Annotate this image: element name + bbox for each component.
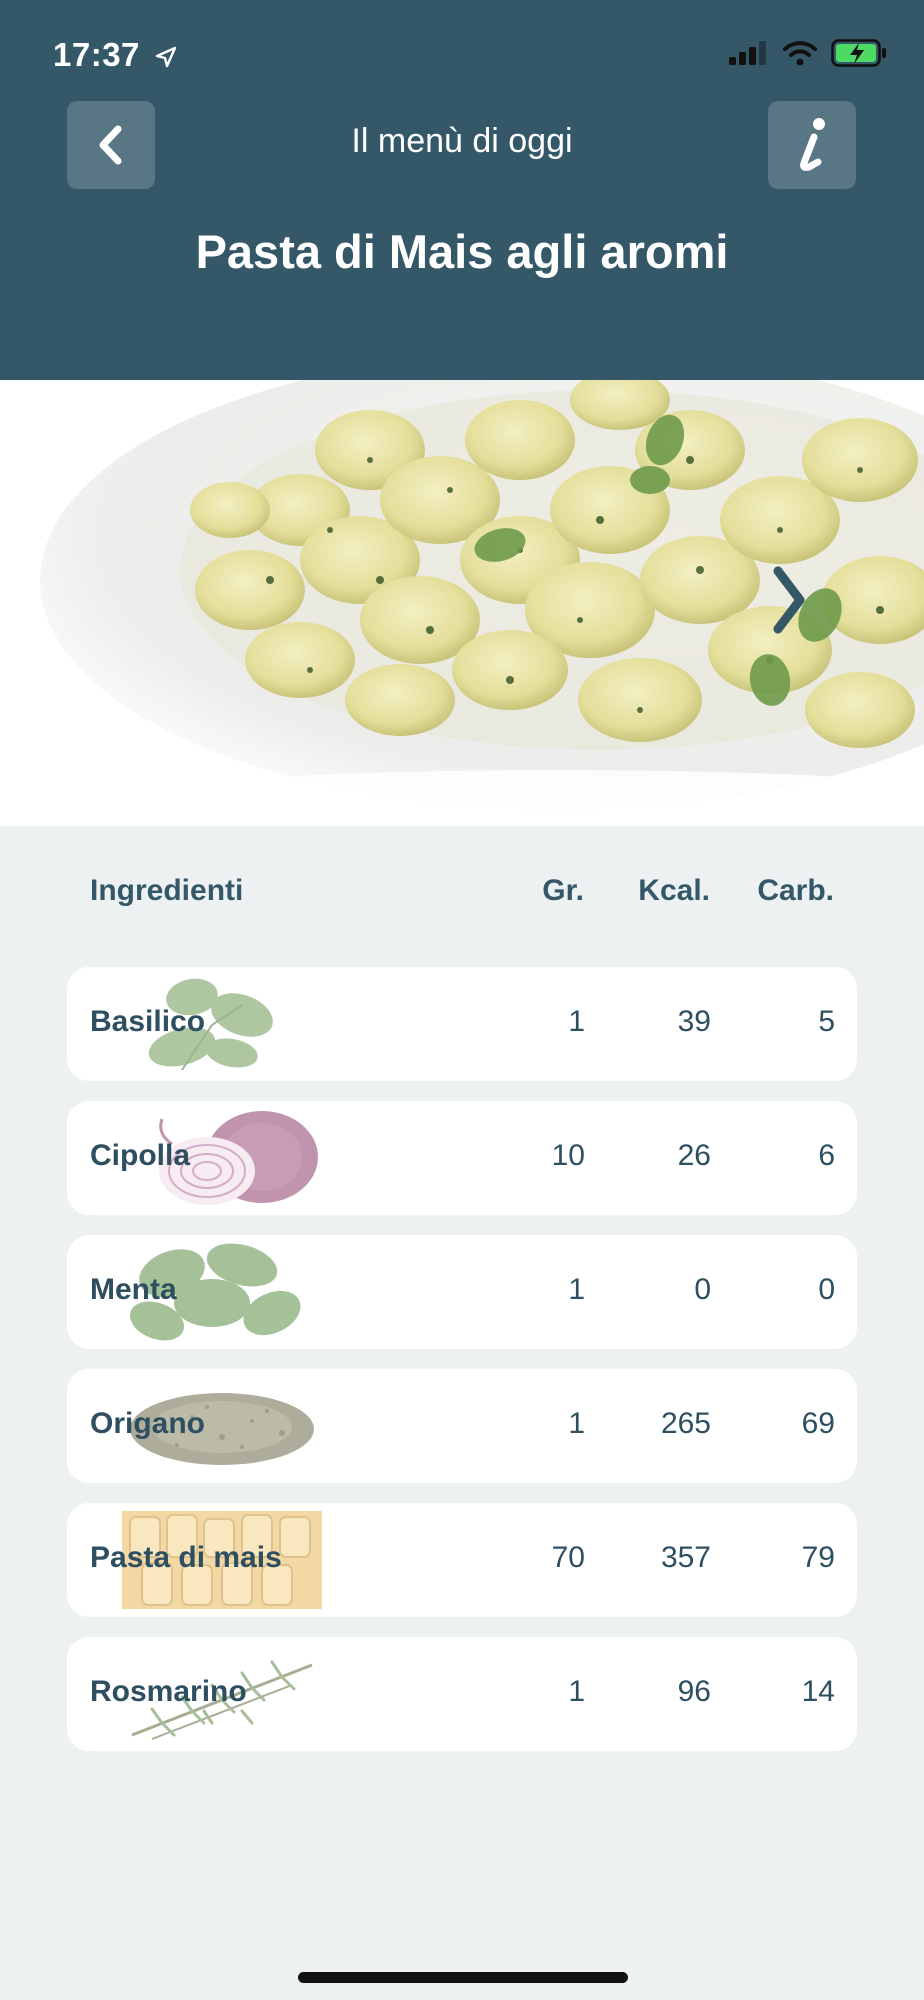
app-header: 17:37 Il menù di oggi Pasta di Mais agli… (0, 0, 924, 380)
header-kcal: Kcal. (638, 874, 710, 907)
ingredient-kcal: 26 (677, 1139, 711, 1172)
ingredient-kcal: 357 (660, 1541, 711, 1574)
ingredient-kcal: 265 (660, 1407, 711, 1440)
ingredient-grams: 70 (551, 1541, 585, 1574)
ingredient-row-pasta-di-mais[interactable]: Pasta di mais 70 357 79 (67, 1503, 857, 1617)
ingredient-kcal: 0 (694, 1273, 711, 1306)
ingredient-grams: 1 (568, 1005, 585, 1038)
header-ingredients: Ingredienti (90, 874, 244, 907)
location-arrow-icon (155, 47, 176, 68)
next-image-icon[interactable] (770, 565, 808, 635)
wifi-icon (783, 41, 817, 66)
info-button[interactable] (768, 101, 856, 189)
home-indicator[interactable] (298, 1972, 628, 1983)
ingredient-carbs: 0 (818, 1273, 835, 1306)
ingredient-grams: 1 (568, 1675, 585, 1708)
ingredient-row-cipolla[interactable]: Cipolla 10 26 6 (67, 1101, 857, 1215)
ingredient-grams: 10 (551, 1139, 585, 1172)
ingredient-row-basilico[interactable]: Basilico 1 39 5 (67, 967, 857, 1081)
ingredient-carbs: 5 (818, 1005, 835, 1038)
ingredient-name: Rosmarino (90, 1675, 247, 1708)
ingredient-grams: 1 (568, 1407, 585, 1440)
page-title: Pasta di Mais agli aromi (195, 225, 729, 278)
signal-icon (729, 41, 766, 65)
ingredient-name: Cipolla (90, 1139, 191, 1172)
info-icon (800, 118, 825, 171)
ingredient-grams: 1 (568, 1273, 585, 1306)
ingredient-name: Basilico (90, 1005, 206, 1038)
ingredient-name: Menta (90, 1273, 177, 1306)
ingredient-carbs: 6 (818, 1139, 835, 1172)
status-icons (729, 39, 887, 67)
ingredient-row-rosmarino[interactable]: Rosmarino 1 96 14 (67, 1637, 857, 1751)
ingredients-table-header: Ingredienti Gr. Kcal. Carb. (0, 874, 924, 914)
ingredient-kcal: 96 (677, 1675, 711, 1708)
ingredient-carbs: 79 (801, 1541, 835, 1574)
dish-photo[interactable] (0, 380, 924, 826)
ingredient-carbs: 69 (801, 1407, 835, 1440)
ingredients-list: Basilico 1 39 5 Cipolla 10 26 6 Menta 1 … (67, 967, 857, 1771)
ingredient-kcal: 39 (677, 1005, 711, 1038)
battery-charging-icon (831, 39, 886, 67)
ingredient-name: Origano (90, 1407, 206, 1440)
ingredient-carbs: 14 (801, 1675, 835, 1708)
ingredient-row-origano[interactable]: Origano 1 265 69 (67, 1369, 857, 1483)
ingredient-name: Pasta di mais (90, 1541, 282, 1574)
header-grams: Gr. (542, 874, 584, 907)
status-time: 17:37 (53, 36, 178, 74)
header-carbs: Carb. (757, 874, 834, 907)
ingredient-row-menta[interactable]: Menta 1 0 0 (67, 1235, 857, 1349)
